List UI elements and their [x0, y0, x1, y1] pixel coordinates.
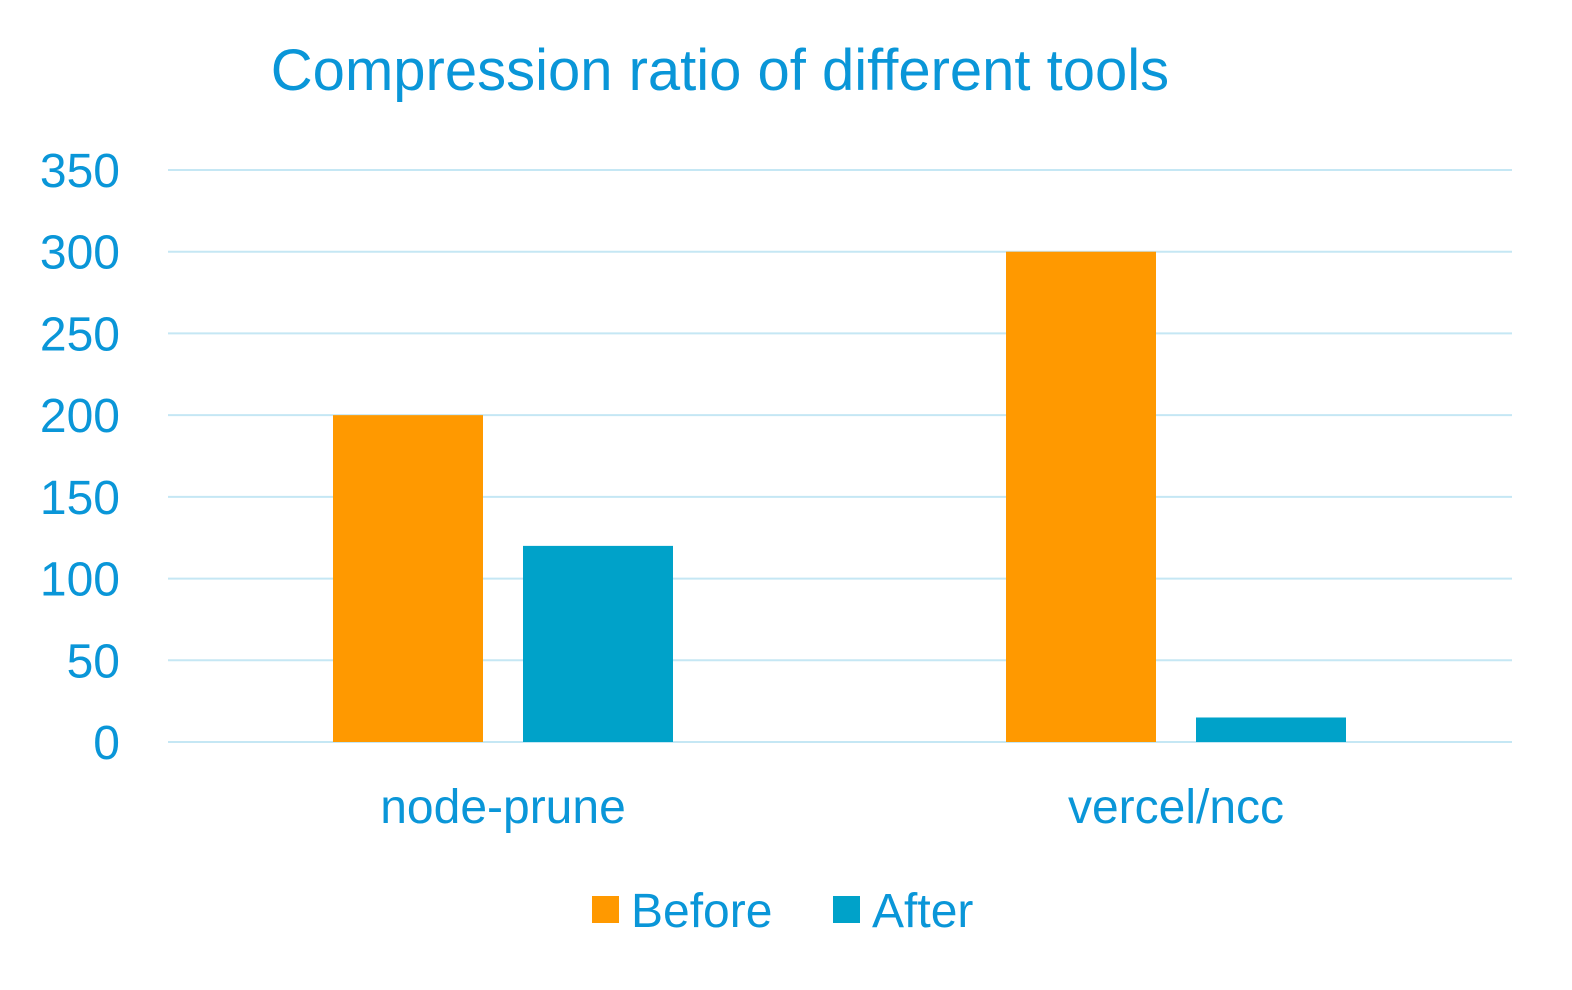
y-tick-label: 0 — [93, 717, 120, 770]
y-tick-label: 150 — [40, 472, 120, 525]
legend-item-after: After — [833, 885, 973, 938]
bar-chart: Compression ratio of different tools 0 50… — [40, 38, 1512, 938]
legend-label: After — [872, 885, 973, 938]
bar-before-1 — [1006, 251, 1156, 742]
chart-title: Compression ratio of different tools — [271, 38, 1169, 103]
bar-after-1 — [1196, 717, 1346, 742]
bar-before-0 — [333, 415, 483, 742]
y-tick-label: 250 — [40, 308, 120, 361]
legend-label: Before — [631, 885, 772, 938]
y-tick-label: 50 — [67, 635, 120, 688]
legend-item-before: Before — [592, 885, 772, 938]
legend-swatch — [592, 896, 619, 923]
y-tick-label: 100 — [40, 554, 120, 607]
x-category-label: vercel/ncc — [1068, 781, 1284, 834]
y-tick-label: 300 — [40, 227, 120, 280]
x-category-label: node-prune — [380, 781, 626, 834]
legend-swatch — [833, 896, 860, 923]
y-tick-label: 200 — [40, 390, 120, 443]
bar-after-0 — [523, 545, 673, 742]
y-axis-ticks: 0 50 100 150 200 250 300 350 — [40, 145, 120, 770]
legend: Before After — [592, 885, 973, 938]
y-tick-label: 350 — [40, 145, 120, 198]
x-axis-categories: node-prune vercel/ncc — [380, 781, 1284, 834]
